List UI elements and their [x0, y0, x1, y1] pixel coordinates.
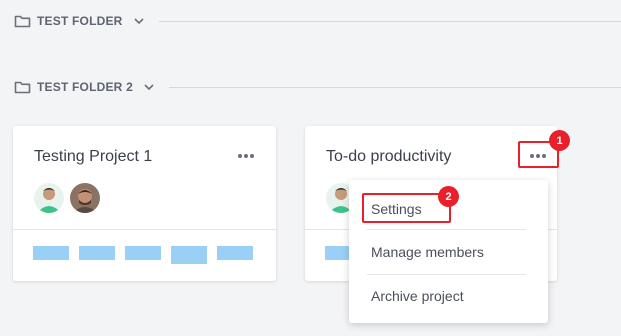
- status-bars: [33, 246, 253, 264]
- callout-badge-1: 1: [549, 130, 570, 151]
- avatar: [32, 181, 66, 215]
- folder-header-test-folder[interactable]: TEST FOLDER: [14, 11, 621, 31]
- status-bar: [171, 246, 207, 264]
- project-title: Testing Project 1: [34, 148, 153, 165]
- folder-divider: [158, 20, 621, 22]
- project-title: To-do productivity: [326, 148, 452, 165]
- status-bar: [33, 246, 69, 260]
- more-options-icon[interactable]: [233, 146, 259, 166]
- menu-item-archive-project[interactable]: Archive project: [371, 288, 464, 304]
- status-bar: [79, 246, 115, 260]
- chevron-down-icon[interactable]: [133, 15, 145, 27]
- folder-divider: [168, 86, 621, 88]
- avatar: [68, 181, 102, 215]
- menu-divider: [367, 274, 526, 275]
- chevron-down-icon[interactable]: [143, 81, 155, 93]
- callout-badge-2: 2: [438, 186, 459, 207]
- menu-divider: [367, 229, 526, 230]
- folder-icon: [14, 14, 31, 28]
- card-divider: [13, 229, 276, 230]
- folder-label: TEST FOLDER 2: [37, 80, 133, 94]
- folder-icon: [14, 80, 31, 94]
- project-card-testing-project-1[interactable]: Testing Project 1: [13, 126, 276, 281]
- folder-label: TEST FOLDER: [37, 14, 123, 28]
- status-bar: [217, 246, 253, 260]
- menu-item-manage-members[interactable]: Manage members: [371, 244, 484, 260]
- status-bar: [125, 246, 161, 260]
- member-avatars: [32, 181, 104, 215]
- folder-header-test-folder-2[interactable]: TEST FOLDER 2: [14, 77, 621, 97]
